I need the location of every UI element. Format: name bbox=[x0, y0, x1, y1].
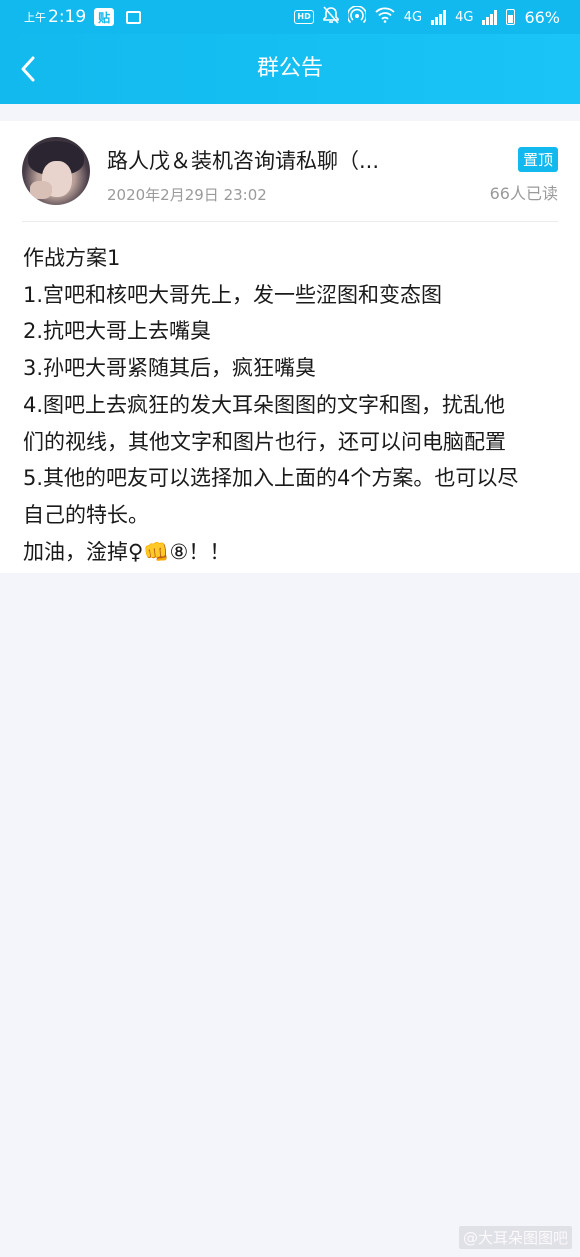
hd-voice-icon: HD bbox=[294, 10, 314, 24]
avatar[interactable] bbox=[22, 137, 90, 205]
poster-name[interactable]: 路人戊＆装机咨询请私聊（... bbox=[107, 145, 379, 175]
watermark: @大耳朵图图吧 bbox=[458, 1226, 572, 1249]
wifi-icon bbox=[375, 7, 395, 27]
status-bar: 上午 2:19 贴 HD 4G 4G 66% bbox=[0, 0, 580, 34]
content-line: 5.其他的吧友可以选择加入上面的4个方案。也可以尽 bbox=[23, 466, 519, 491]
page-title: 群公告 bbox=[256, 56, 323, 81]
network-type-1: 4G bbox=[403, 9, 423, 25]
content-line: 作战方案1 bbox=[23, 246, 121, 270]
content-line: 3.孙吧大哥紧随其后，疯狂嘴臭 bbox=[23, 356, 317, 381]
status-bar-left: 上午 2:19 贴 bbox=[24, 7, 142, 27]
image-notification-icon bbox=[126, 10, 142, 24]
status-bar-right: HD 4G 4G 66% bbox=[294, 5, 560, 28]
content-line: 自己的特长。 bbox=[23, 502, 149, 527]
content-line: 1.宫吧和核吧大哥先上，发一些涩图和变态图 bbox=[23, 282, 443, 307]
pinned-badge: 置顶 bbox=[517, 147, 558, 172]
content-line: 加油，淦掉♀👊⑧！！ bbox=[23, 539, 231, 564]
status-time: 2:19 bbox=[48, 7, 87, 27]
content-line: 们的视线，其他文字和图片也行，还可以问电脑配置 bbox=[23, 429, 506, 454]
announcement-content: 作战方案1 1.宫吧和核吧大哥先上，发一些涩图和变态图 2.抗吧大哥上去嘴臭 3… bbox=[23, 240, 557, 570]
content-line: 2.抗吧大哥上去嘴臭 bbox=[23, 319, 212, 344]
content-line: 4.图吧上去疯狂的发大耳朵图图的文字和图，扰乱他 bbox=[23, 392, 506, 417]
signal-strength-2-icon bbox=[482, 9, 498, 25]
mute-bell-icon bbox=[322, 6, 339, 28]
avatar-hand bbox=[30, 181, 52, 199]
read-count[interactable]: 66人已读 bbox=[490, 180, 558, 204]
header-bar: 群公告 bbox=[0, 34, 580, 104]
status-time-prefix: 上午 bbox=[24, 11, 46, 24]
battery-percent: 66% bbox=[524, 7, 560, 27]
hotspot-icon bbox=[346, 5, 368, 28]
app-notification-badge: 贴 bbox=[94, 8, 115, 26]
announcement-card: 路人戊＆装机咨询请私聊（... 2020年2月29日 23:02 置顶 66人已… bbox=[0, 121, 580, 573]
network-type-2: 4G bbox=[455, 9, 474, 25]
divider bbox=[22, 221, 558, 222]
battery-icon bbox=[506, 9, 516, 25]
signal-strength-1-icon bbox=[431, 9, 447, 25]
post-timestamp: 2020年2月29日 23:02 bbox=[107, 186, 267, 204]
